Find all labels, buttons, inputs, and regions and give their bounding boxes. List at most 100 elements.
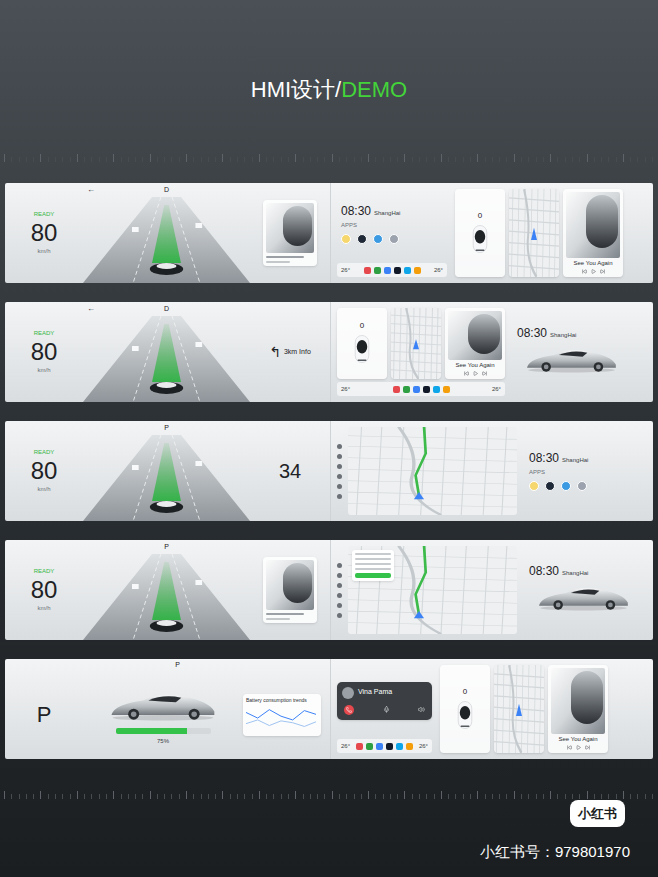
route-list-card[interactable] xyxy=(352,550,394,581)
dock-app[interactable] xyxy=(384,267,391,274)
road-view xyxy=(83,197,250,283)
speed: 80 xyxy=(31,221,58,245)
map-tool-icon[interactable] xyxy=(337,603,342,608)
map-tool-icon[interactable] xyxy=(337,444,342,449)
map-tool-icon[interactable] xyxy=(337,593,342,598)
panel-group xyxy=(337,546,517,634)
speaker-icon[interactable] xyxy=(418,706,425,713)
car-status-card[interactable]: 0 xyxy=(440,665,490,753)
play-icon[interactable] xyxy=(473,371,478,376)
dock-app[interactable] xyxy=(396,743,403,750)
dock-app[interactable] xyxy=(386,743,393,750)
hmi-screen: READY80km/h←D↰3km Info0See You Again26°2… xyxy=(5,302,653,402)
play-icon[interactable] xyxy=(591,269,596,274)
map-tool-icon[interactable] xyxy=(337,464,342,469)
temperature-left[interactable]: 26° xyxy=(341,385,350,394)
big-map-panel[interactable] xyxy=(337,546,517,634)
dock-app[interactable] xyxy=(366,743,373,750)
drive-cluster: READY80km/hP xyxy=(5,540,330,640)
map-tool-icon[interactable] xyxy=(337,484,342,489)
battery-bar xyxy=(116,728,211,734)
turn-arrow: ↰ xyxy=(269,342,281,363)
previous-icon[interactable] xyxy=(567,745,572,750)
dock-app[interactable] xyxy=(364,267,371,274)
car-status-card[interactable]: 0 xyxy=(337,308,387,379)
dock-app[interactable] xyxy=(356,743,363,750)
app-icon[interactable] xyxy=(357,234,367,244)
map-tool-icon[interactable] xyxy=(337,563,342,568)
car-status-card[interactable]: 0 xyxy=(455,189,505,277)
battery-reading: 75% xyxy=(157,737,169,746)
map-card[interactable] xyxy=(509,189,559,277)
map-tool-icon[interactable] xyxy=(337,613,342,618)
app-icon[interactable] xyxy=(561,481,571,491)
dock-app[interactable] xyxy=(404,267,411,274)
post-title: HMI设计/DEMO xyxy=(251,78,407,102)
account-id: 小红书号：979801970 xyxy=(480,841,630,864)
road-view xyxy=(83,554,250,640)
clock: 08:30 xyxy=(517,327,547,339)
car-side-icon xyxy=(536,579,631,615)
music-card: See You Again xyxy=(563,189,623,277)
hmi-screen: PP75%Battery consumption trendsVina Pama… xyxy=(5,659,653,759)
dock-app[interactable] xyxy=(414,267,421,274)
dock-app[interactable] xyxy=(423,386,430,393)
map-tool-icon[interactable] xyxy=(337,454,342,459)
dock-app[interactable] xyxy=(374,267,381,274)
car-status-value: 0 xyxy=(478,212,482,220)
previous-icon[interactable] xyxy=(582,269,587,274)
tick-ruler xyxy=(0,791,658,799)
temperature-left[interactable]: 26° xyxy=(341,266,350,275)
post: HMI设计/DEMOREADY80km/h←D08:30ShangHaiAPPS… xyxy=(0,0,658,877)
go-button[interactable] xyxy=(355,573,391,578)
clock: 08:30 xyxy=(529,565,559,577)
panel-group xyxy=(337,427,517,515)
robot-photo xyxy=(266,560,314,610)
call-card: Vina Pama xyxy=(337,665,432,736)
app-icon[interactable] xyxy=(341,234,351,244)
dock-app[interactable] xyxy=(433,386,440,393)
temperature-right[interactable]: 26° xyxy=(492,385,501,394)
dock-app[interactable] xyxy=(406,743,413,750)
play-icon[interactable] xyxy=(576,745,581,750)
home-apps-panel: 08:30ShangHaiAPPS xyxy=(525,427,635,515)
dock-app[interactable] xyxy=(403,386,410,393)
map-tool-icon[interactable] xyxy=(337,494,342,499)
next-icon[interactable] xyxy=(585,745,590,750)
big-map-panel[interactable] xyxy=(337,427,517,515)
map-tool-icon[interactable] xyxy=(337,583,342,588)
car-status-value: 0 xyxy=(360,322,364,330)
map-tool-icon[interactable] xyxy=(337,573,342,578)
app-icon[interactable] xyxy=(545,481,555,491)
mic-icon[interactable] xyxy=(383,706,390,713)
music-card: See You Again xyxy=(445,308,505,379)
app-icon[interactable] xyxy=(529,481,539,491)
map-tool-icon[interactable] xyxy=(337,474,342,479)
hmi-screen: READY80km/h←D08:30ShangHaiAPPS26°26°0See… xyxy=(5,183,653,283)
dock-app[interactable] xyxy=(393,386,400,393)
temperature-right[interactable]: 26° xyxy=(434,266,443,275)
panel-group: 08:30ShangHaiAPPS xyxy=(525,427,635,515)
dock-app[interactable] xyxy=(413,386,420,393)
map-card[interactable] xyxy=(391,308,441,379)
temperature-right[interactable]: 26° xyxy=(419,742,428,751)
dock-app[interactable] xyxy=(376,743,383,750)
dock-app[interactable] xyxy=(443,386,450,393)
phone-icon xyxy=(346,707,352,713)
temperature-left[interactable]: 26° xyxy=(341,742,350,751)
clock: 08:30 xyxy=(341,205,371,217)
robot-photo xyxy=(566,192,620,258)
next-icon[interactable] xyxy=(482,371,487,376)
app-icon[interactable] xyxy=(389,234,399,244)
xiaohongshu-logo: 小红书 xyxy=(570,800,625,827)
panel-group: 08:30ShangHaiAPPS26°26° xyxy=(337,189,447,277)
previous-icon[interactable] xyxy=(464,371,469,376)
hangup-button[interactable] xyxy=(344,705,354,715)
robot-photo xyxy=(266,203,314,253)
next-icon[interactable] xyxy=(600,269,605,274)
map-card[interactable] xyxy=(494,665,544,753)
app-icon[interactable] xyxy=(373,234,383,244)
app-icon[interactable] xyxy=(577,481,587,491)
gear-indicator: P xyxy=(37,704,52,726)
dock-app[interactable] xyxy=(394,267,401,274)
